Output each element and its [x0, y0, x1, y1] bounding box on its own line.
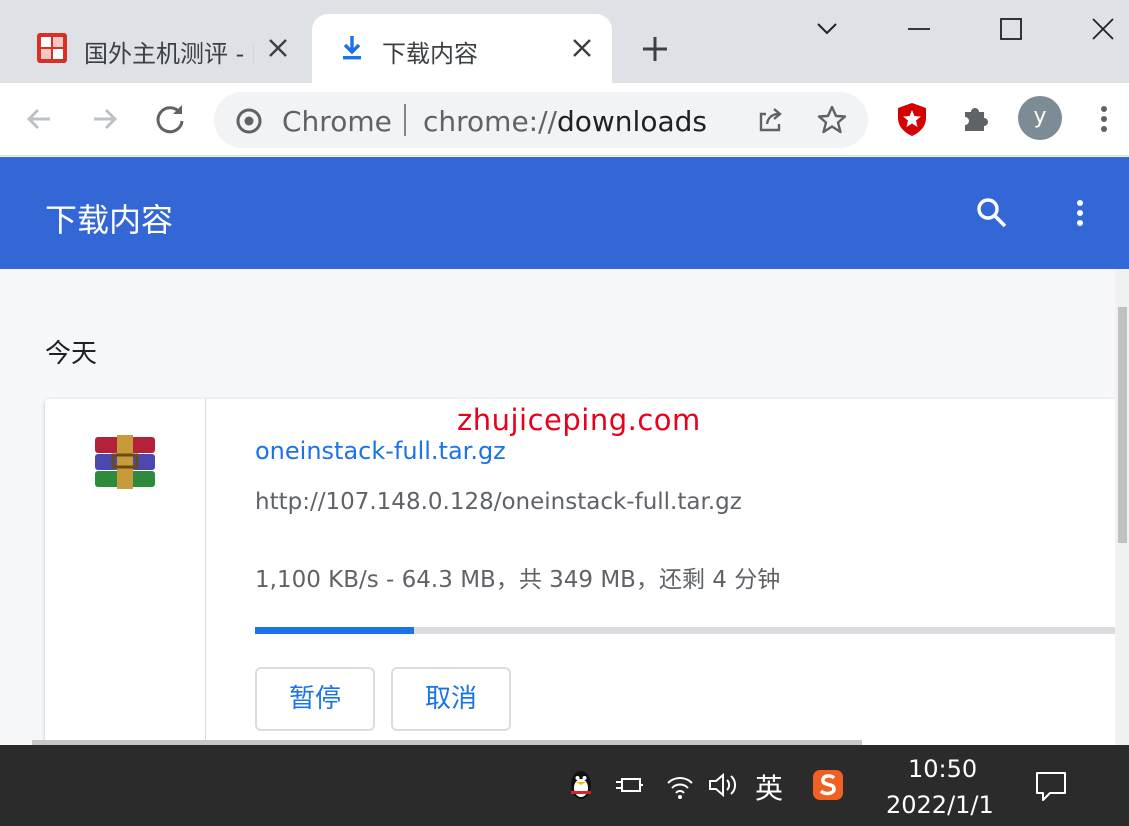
kebab-menu-icon[interactable] [1084, 99, 1124, 139]
tab-title: 国外主机测评 - 国 [84, 40, 254, 68]
site-scheme-label: Chrome [282, 105, 392, 138]
tab-downloads[interactable]: 下载内容 [312, 14, 612, 83]
shield-extension-icon[interactable] [892, 99, 932, 139]
card-divider [205, 399, 206, 745]
vertical-scrollbar[interactable] [1115, 269, 1129, 745]
progress-bar [255, 627, 1117, 634]
url-prefix: chrome:// [423, 105, 557, 138]
windows-taskbar: 英 10:50 2022/1/1 [0, 745, 1129, 826]
url-text[interactable]: chrome://downloads [423, 105, 707, 138]
plus-icon[interactable] [640, 34, 670, 64]
file-name-link[interactable]: oneinstack-full.tar.gz [255, 437, 506, 465]
download-status: 1,100 KB/s - 64.3 MB，共 349 MB，还剩 4 分钟 [255, 567, 781, 593]
search-icon[interactable] [974, 195, 1010, 231]
download-icon [343, 36, 361, 60]
downloads-header: 下载内容 [0, 157, 1129, 269]
forward-arrow-icon[interactable] [84, 99, 124, 139]
archive-file-icon [95, 435, 155, 489]
star-icon[interactable] [812, 100, 852, 140]
qq-penguin-icon[interactable] [565, 767, 597, 803]
volume-icon[interactable] [706, 767, 738, 803]
clock-time[interactable]: 10:50 [908, 755, 977, 783]
cancel-button[interactable]: 取消 [391, 667, 511, 731]
tab-strip: 国外主机测评 - 国 下载内容 [0, 0, 1129, 83]
power-plug-icon[interactable] [612, 767, 644, 803]
browser-toolbar: Chrome chrome://downloads y [0, 83, 1129, 156]
puzzle-icon[interactable] [956, 99, 996, 139]
reload-icon[interactable] [150, 99, 190, 139]
maximize-icon[interactable] [996, 14, 1026, 44]
page-title: 下载内容 [45, 201, 174, 239]
wifi-icon[interactable] [664, 767, 696, 803]
pause-button[interactable]: 暂停 [255, 667, 375, 731]
share-icon[interactable] [750, 100, 790, 140]
sogou-ime-icon[interactable] [812, 767, 844, 803]
close-icon[interactable] [570, 36, 594, 60]
ime-language-label[interactable]: 英 [755, 767, 783, 807]
favicon-site-icon [37, 33, 67, 63]
progress-bar-fill [255, 627, 414, 634]
clock-date[interactable]: 2022/1/1 [886, 791, 994, 819]
tab-title: 下载内容 [382, 40, 478, 68]
back-arrow-icon[interactable] [20, 99, 60, 139]
close-icon[interactable] [266, 36, 290, 60]
chevron-down-icon[interactable] [812, 14, 842, 44]
file-source-url[interactable]: http://107.148.0.128/oneinstack-full.tar… [255, 489, 742, 515]
watermark-text: zhujiceping.com [457, 403, 701, 437]
tab-site[interactable]: 国外主机测评 - 国 [12, 14, 308, 83]
notification-icon[interactable] [1034, 769, 1068, 803]
download-item-card: zhujiceping.com oneinstack-full.tar.gz h… [45, 399, 1117, 745]
close-window-icon[interactable] [1088, 14, 1118, 44]
downloads-content: 今天 zhujiceping.com oneinstack-full.tar.g… [0, 269, 1129, 745]
avatar[interactable]: y [1018, 96, 1062, 140]
chrome-logo-icon [236, 108, 262, 134]
url-host: downloads [556, 105, 707, 138]
kebab-menu-icon[interactable] [1068, 193, 1092, 233]
scrollbar-thumb[interactable] [1118, 307, 1127, 543]
address-bar[interactable]: Chrome chrome://downloads [214, 92, 868, 148]
minimize-icon[interactable] [904, 14, 934, 44]
omnibox-divider [404, 104, 406, 136]
date-heading: 今天 [45, 339, 98, 369]
